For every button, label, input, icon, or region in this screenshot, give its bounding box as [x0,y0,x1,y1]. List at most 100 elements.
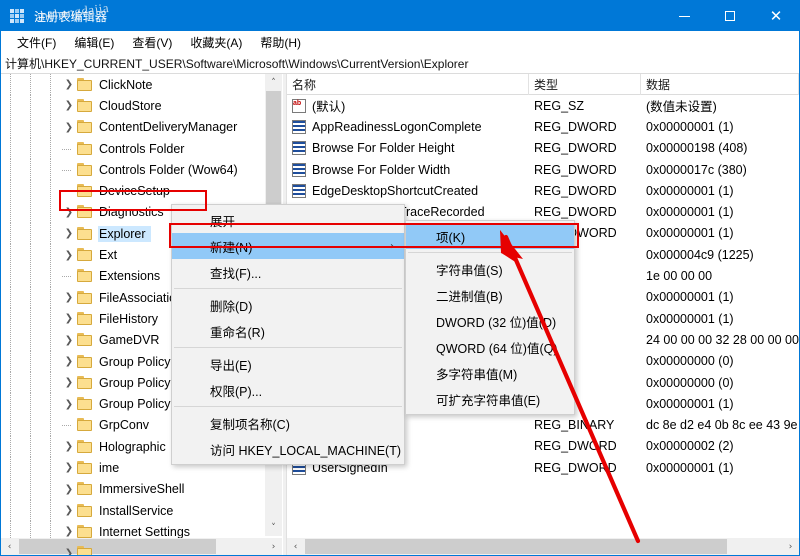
tree-item-label: Holographic [99,439,166,454]
maximize-icon [725,11,735,21]
chevron-right-icon[interactable]: ❯ [61,202,77,223]
chevron-right-icon[interactable]: ❯ [61,393,77,414]
chevron-right-icon[interactable]: ❯ [61,500,77,521]
tree-item-immersiveshell[interactable]: ❯ ImmersiveShell [1,478,265,501]
tree-guide-lines [1,180,61,203]
chevron-right-icon[interactable]: ❯ [61,436,77,457]
value-data-cell: dc 8e d2 e4 0b 8c ee 43 9e 7c [646,418,799,433]
address-bar[interactable]: 计算机\HKEY_CURRENT_USER\Software\Microsoft… [1,53,799,74]
value-data-cell: 0x00000000 (0) [646,354,734,369]
chevron-right-icon[interactable]: ❯ [61,521,77,542]
values-hscroll-right-icon[interactable]: › [782,538,799,555]
chevron-right-icon[interactable]: ❯ [61,543,77,555]
values-horizontal-scrollbar[interactable]: ‹ › [287,538,799,555]
value-data-cell: 0x00000000 (0) [646,375,734,390]
folder-icon [77,482,94,496]
new-submenu[interactable]: 项(K) 字符串值(S) 二进制值(B) DWORD (32 位)值(D) QWORD … [405,220,575,415]
value-data-cell: 0x00000001 (1) [646,460,734,475]
new-submenu-item[interactable]: 二进制值(B) [406,282,574,308]
context-menu-item[interactable]: 访问 HKEY_LOCAL_MACHINE(T) [172,436,404,462]
chevron-right-icon[interactable]: ❯ [61,117,77,138]
table-row[interactable]: Browse For Folder Height REG_DWORD 0x00000… [287,138,799,159]
chevron-right-icon[interactable]: ❯ [61,244,77,265]
chevron-right-icon[interactable]: ❯ [61,74,77,95]
column-header-data[interactable]: 数据 [641,74,799,95]
context-menu-item[interactable]: 新建(N) › [172,233,404,259]
tree-guide-lines [1,329,61,352]
folder-icon [77,524,94,539]
tree-item-clicknote[interactable]: ❯ ClickNote [1,74,265,96]
close-button[interactable]: ✕ [753,1,799,31]
tree-leaf-icon [61,159,77,180]
minimize-button[interactable] [661,1,707,31]
chevron-right-icon[interactable]: ❯ [61,95,77,116]
chevron-right-icon[interactable]: ❯ [61,223,77,244]
tree-hscroll-right-icon[interactable]: › [265,538,282,555]
table-row[interactable]: Browse For Folder Width REG_DWORD 0x000001… [287,159,799,180]
table-row[interactable]: AppReadinessLogonComplete REG_DWORD 0x0000… [287,116,799,137]
chevron-right-icon[interactable]: ❯ [61,330,77,351]
value-data-cell: 0x00000198 (408) [646,141,748,156]
table-row[interactable]: ab (默认) REG_SZ (数值未设置) [287,95,799,116]
tree-guide-lines [1,457,61,479]
tree-scroll-down-icon[interactable]: ˅ [265,519,282,536]
tree-item-label: GrpConv [99,418,150,433]
context-menu-item[interactable]: 查找(F)... [172,259,404,285]
tree-item-contentdeliverymanager[interactable]: ❯ ContentDeliveryManager [1,116,265,139]
context-menu-item-label: 查找(F)... [210,266,262,281]
values-hscroll-thumb[interactable] [305,539,727,554]
context-menu-item[interactable]: 展开 [172,207,404,233]
column-header-type[interactable]: 类型 [529,74,641,95]
tree-item-controls-folder-wow64[interactable]: Controls Folder (Wow64) [1,159,265,181]
tree-guide-lines [1,223,61,245]
column-header-name[interactable]: 名称 [287,74,529,95]
chevron-right-icon[interactable]: ❯ [61,308,77,329]
tree-item-cloudstore[interactable]: ❯ CloudStore [1,95,265,117]
tree-item-devicesetup[interactable]: DeviceSetup [1,180,265,203]
title-bar[interactable]: 注册表编辑器 ✕ [1,1,799,31]
table-row[interactable]: EdgeDesktopShortcutCreated REG_DWORD 0x000… [287,180,799,201]
context-menu-item[interactable]: 导出(E) [172,351,404,377]
chevron-right-icon[interactable]: ❯ [61,351,77,372]
new-submenu-item[interactable]: QWORD (64 位)值(Q) [406,334,574,360]
value-data-cell: 0x00000001 (1) [646,396,734,411]
new-submenu-item[interactable]: 项(K) [406,223,574,249]
tree-item-label: Diagnostics [99,205,164,220]
context-menu-item[interactable]: 删除(D) [172,292,404,318]
menu-edit[interactable]: 编辑(E) [65,32,123,53]
value-type-cell: REG_DWORD [534,439,617,454]
context-menu-item[interactable]: 权限(P)... [172,377,404,403]
tree-item-label: ime [99,460,120,475]
new-submenu-item[interactable]: 可扩充字符串值(E) [406,386,574,412]
tree-scroll-up-icon[interactable]: ˄ [265,74,282,91]
menu-help[interactable]: 帮助(H) [251,32,310,53]
menu-favorites[interactable]: 收藏夹(A) [181,32,251,53]
menu-view[interactable]: 查看(V) [123,32,181,53]
tree-guide-lines [1,116,61,139]
values-column-headers: 名称 类型 数据 [287,74,799,95]
menu-file[interactable]: 文件(F) [8,32,65,53]
maximize-button[interactable] [707,1,753,31]
chevron-right-icon[interactable]: ❯ [61,372,77,393]
context-menu-item-label: 展开 [210,214,236,229]
new-submenu-item[interactable]: DWORD (32 位)值(D) [406,308,574,334]
chevron-right-icon[interactable]: ❯ [61,287,77,308]
chevron-right-icon[interactable]: ❯ [61,479,77,500]
tree-hscroll-thumb[interactable] [19,539,216,554]
chevron-right-icon[interactable]: ❯ [61,457,77,478]
value-data-cell: 0x00000001 (1) [646,205,734,220]
registry-context-menu[interactable]: 展开新建(N) › 查找(F)... 删除(D) 重命名(R) 导出(E) 权限(P)...… [171,204,405,465]
new-submenu-item[interactable]: 多字符串值(M) [406,360,574,386]
tree-item-controls-folder[interactable]: Controls Folder [1,137,265,160]
new-submenu-item[interactable]: 字符串值(S) [406,256,574,282]
menu-separator [174,288,402,289]
tree-item-installservice[interactable]: ❯ InstallService [1,499,265,522]
tree-hscroll-left-icon[interactable]: ‹ [1,538,18,555]
folder-icon [77,397,94,411]
tree-horizontal-scrollbar[interactable]: ‹ › [1,538,282,555]
values-hscroll-left-icon[interactable]: ‹ [287,538,304,555]
submenu-chevron-icon: › [390,240,394,252]
context-menu-item[interactable]: 重命名(R) [172,318,404,344]
context-menu-item[interactable]: 复制项名称(C) [172,410,404,436]
value-type-cell: REG_DWORD [534,141,617,156]
